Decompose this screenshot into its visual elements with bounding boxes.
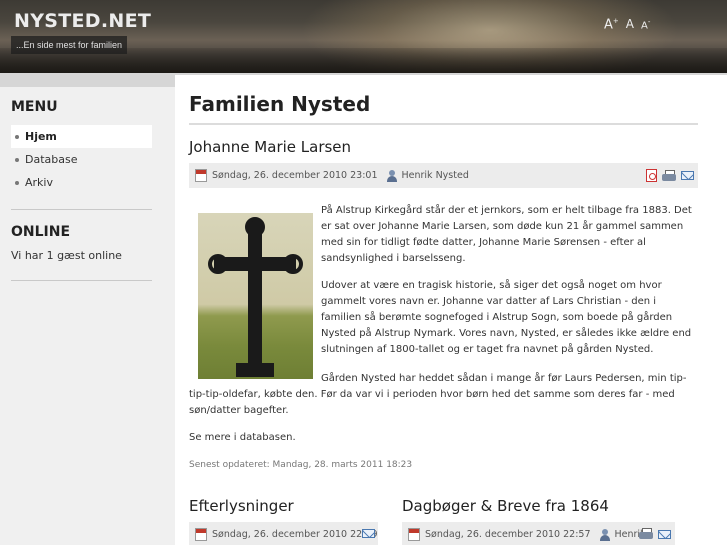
article-date: Søndag, 26. december 2010 23:01: [212, 170, 378, 181]
online-count: Vi har 1 gæst online: [11, 249, 122, 262]
teaser-meta-bar: Søndag, 26. december 2010 22:59: [189, 522, 378, 545]
sidebar-divider: [11, 280, 152, 281]
font-increase-sup: +: [612, 17, 619, 25]
article-meta-bar: Søndag, 26. december 2010 23:01 Henrik N…: [189, 163, 698, 188]
site-header: NYSTED.NET ...En side mest for familien …: [0, 0, 727, 73]
font-decrease-sup: -: [647, 18, 651, 26]
teaser-date: Søndag, 26. december 2010 22:57: [425, 529, 591, 540]
main-menu: Hjem Database Arkiv: [11, 125, 152, 194]
email-icon[interactable]: [658, 529, 671, 539]
online-heading: ONLINE: [11, 224, 71, 240]
font-decrease-label: A: [641, 20, 648, 32]
header-band: [0, 73, 727, 87]
teaser-title-efterlysninger[interactable]: Efterlysninger: [189, 497, 294, 515]
menu-item-arkiv[interactable]: Arkiv: [11, 171, 152, 194]
bullet-icon: [15, 134, 19, 139]
sidebar-divider: [11, 209, 152, 210]
menu-item-hjem[interactable]: Hjem: [11, 125, 152, 148]
iron-cross-photo: [198, 213, 313, 379]
bullet-icon: [15, 157, 19, 162]
font-reset-button[interactable]: A: [626, 17, 634, 31]
article-paragraph: Gården Nysted har heddet sådan i mange å…: [189, 373, 687, 416]
site-slogan: ...En side mest for familien: [11, 36, 128, 54]
calendar-icon: [408, 528, 420, 541]
database-link[interactable]: Se mere i databasen.: [189, 430, 698, 446]
user-icon: [599, 528, 611, 541]
article-tools: [646, 169, 694, 182]
article-paragraph: På Alstrup Kirkegård står der et jernkor…: [321, 205, 692, 264]
font-decrease-button[interactable]: A-: [641, 18, 650, 31]
calendar-icon: [195, 528, 207, 541]
cross-shape: [248, 221, 262, 371]
email-icon[interactable]: [362, 529, 375, 538]
print-icon[interactable]: [662, 169, 676, 182]
cross-ornament: [208, 254, 228, 274]
menu-heading: MENU: [11, 99, 58, 115]
site-title[interactable]: NYSTED.NET: [14, 10, 151, 32]
pdf-icon[interactable]: [646, 169, 657, 182]
calendar-icon: [195, 169, 207, 182]
article-title[interactable]: Johanne Marie Larsen: [189, 138, 351, 156]
font-size-tools: A+ A A-: [604, 17, 650, 32]
menu-item-label: Arkiv: [25, 175, 53, 189]
teaser-tools: [639, 528, 671, 540]
cross-ornament: [245, 217, 265, 237]
teaser-meta-bar: Søndag, 26. december 2010 22:57 Henrik: [402, 522, 675, 545]
content-band-top: [175, 75, 727, 87]
menu-item-database[interactable]: Database: [11, 148, 152, 171]
menu-item-label: Hjem: [25, 129, 57, 143]
article-paragraph: Udover at være en tragisk historie, så s…: [321, 280, 692, 355]
font-increase-button[interactable]: A+: [604, 17, 619, 32]
article-author: Henrik Nysted: [401, 170, 469, 181]
teaser-date: Søndag, 26. december 2010 22:59: [212, 529, 378, 540]
email-icon[interactable]: [681, 171, 694, 180]
page-title: Familien Nysted: [189, 92, 371, 116]
teaser-title-dagboger[interactable]: Dagbøger & Breve fra 1864: [402, 497, 609, 515]
cross-ornament: [283, 254, 303, 274]
title-divider: [189, 123, 698, 125]
print-icon[interactable]: [639, 528, 653, 540]
last-updated: Senest opdateret: Mandag, 28. marts 2011…: [189, 460, 413, 470]
font-increase-label: A: [604, 17, 613, 33]
bullet-icon: [15, 180, 19, 185]
menu-item-label: Database: [25, 152, 78, 166]
user-icon: [386, 169, 398, 182]
